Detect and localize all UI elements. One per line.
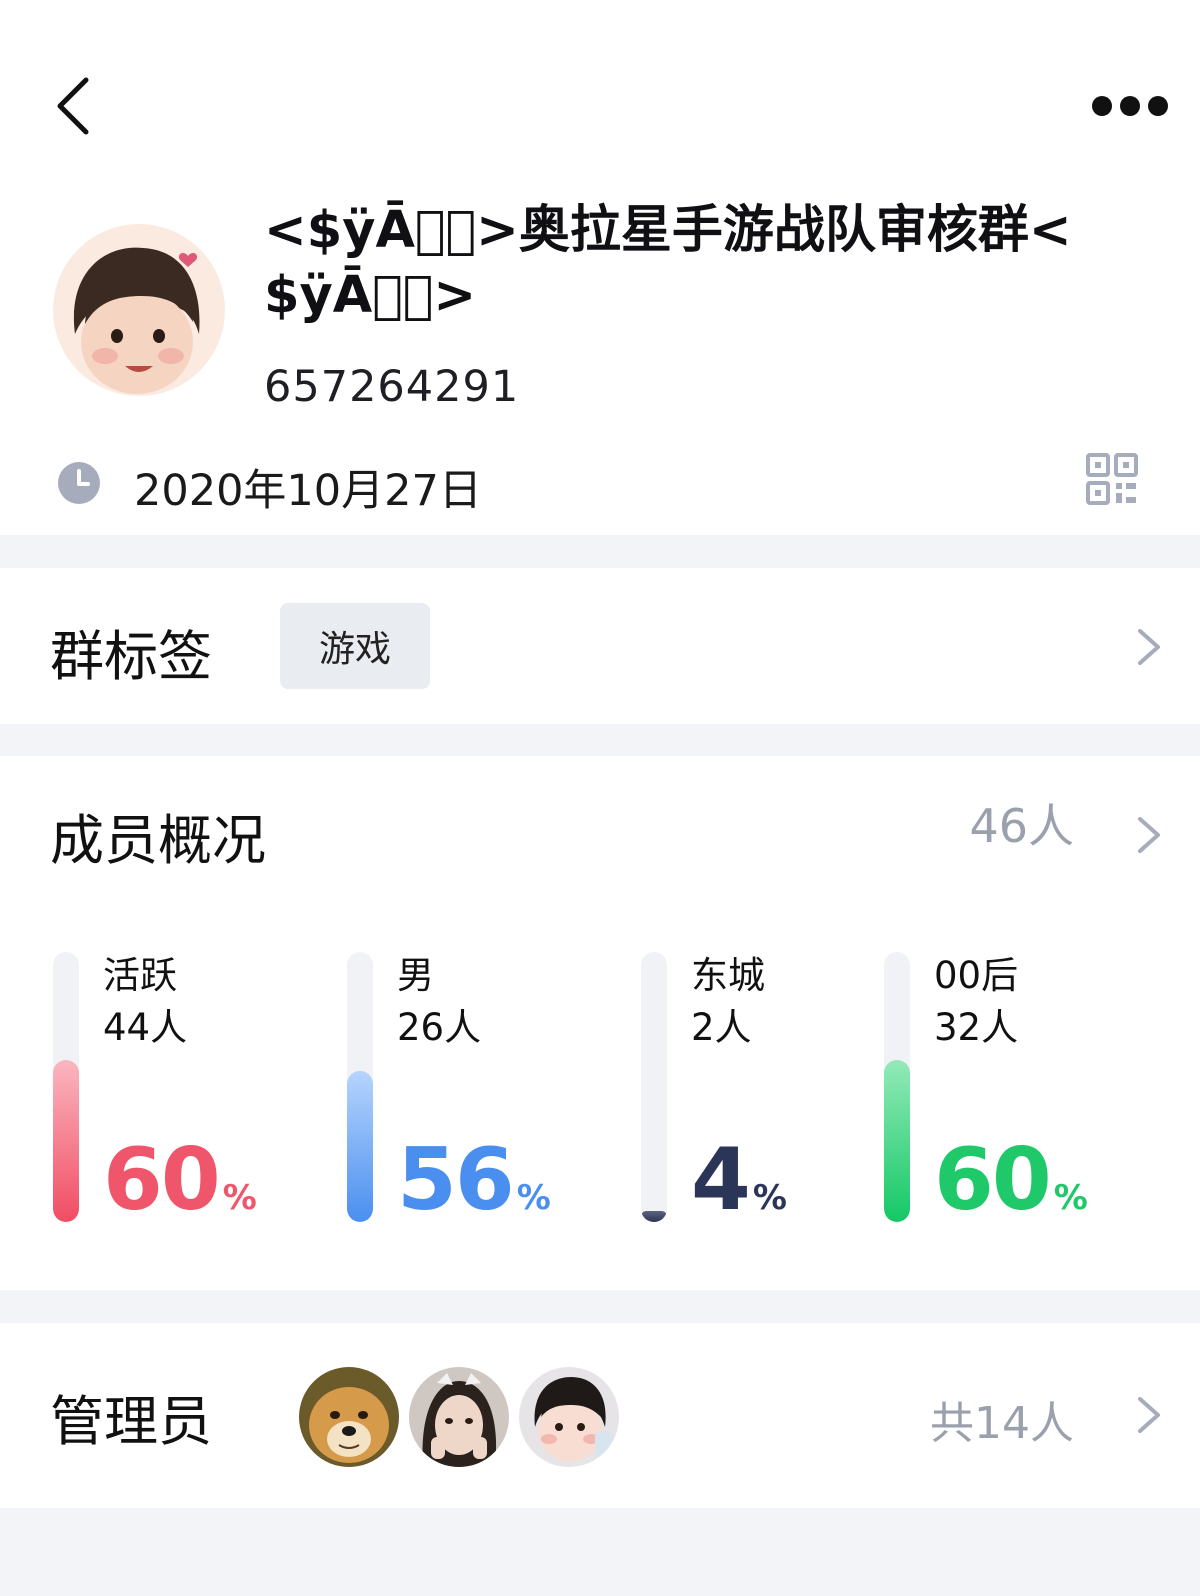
stat-percent: 56%	[397, 1130, 551, 1230]
stat-bar-fill	[641, 1211, 667, 1222]
stat-count: 2人	[691, 1006, 752, 1049]
stat-age: 00后 32人 60%	[884, 952, 1144, 1225]
members-title: 成员概况	[50, 809, 266, 872]
stat-label: 活跃	[103, 954, 177, 997]
stat-bar-fill	[347, 1071, 373, 1222]
stat-count: 32人	[934, 1006, 1019, 1049]
stat-active: 活跃 44人 60%	[53, 952, 313, 1225]
admin-avatar[interactable]	[296, 1364, 402, 1470]
stat-bar-track	[53, 952, 79, 1222]
group-id: 657264291	[264, 362, 520, 412]
chevron-right-icon	[1138, 629, 1160, 665]
stat-bar-fill	[53, 1060, 79, 1222]
admin-avatar[interactable]	[516, 1364, 622, 1470]
member-overview: 成员概况 46人 活跃 44人 60% 男 26人 56% 东城 2人 4% 0…	[0, 756, 1200, 1290]
tags-title: 群标签	[50, 625, 212, 688]
stat-region: 东城 2人 4%	[641, 952, 901, 1225]
stat-bar-track	[641, 952, 667, 1222]
stat-percent: 60%	[934, 1130, 1088, 1230]
back-arrow-icon[interactable]	[54, 76, 98, 136]
stat-percent: 4%	[691, 1130, 787, 1230]
stat-count: 26人	[397, 1006, 482, 1049]
group-name: <$ÿĀ  >奥拉星手游战队审核群<$ÿĀ  >	[264, 201, 1072, 325]
stat-bar-track	[884, 952, 910, 1222]
group-tags-row[interactable]: 群标签 游戏	[0, 568, 1200, 724]
stat-male: 男 26人 56%	[347, 952, 607, 1225]
more-options-icon[interactable]	[1092, 96, 1168, 116]
qr-code-icon[interactable]	[1086, 453, 1138, 505]
admins-row[interactable]: 管理员 共14人	[0, 1323, 1200, 1508]
tag-chip[interactable]: 游戏	[280, 603, 430, 689]
clock-icon	[58, 462, 100, 504]
created-date: 2020年10月27日	[134, 466, 482, 516]
chevron-right-icon	[1138, 1397, 1160, 1433]
stat-bar-track	[347, 952, 373, 1222]
group-header: <$ÿĀ  >奥拉星手游战队审核群<$ÿĀ  > 657264291 2020年…	[0, 0, 1200, 535]
stat-bar-fill	[884, 1060, 910, 1222]
chevron-right-icon[interactable]	[1136, 815, 1162, 855]
admin-avatar[interactable]	[406, 1364, 512, 1470]
stat-count: 44人	[103, 1006, 188, 1049]
stat-label: 男	[397, 954, 434, 997]
member-count[interactable]: 46人	[969, 790, 1074, 856]
stat-label: 东城	[691, 954, 765, 997]
admin-total: 共14人	[930, 1398, 1074, 1449]
stat-label: 00后	[934, 954, 1019, 997]
group-avatar[interactable]	[53, 224, 225, 396]
stat-percent: 60%	[103, 1130, 257, 1230]
admins-title: 管理员	[50, 1390, 212, 1453]
